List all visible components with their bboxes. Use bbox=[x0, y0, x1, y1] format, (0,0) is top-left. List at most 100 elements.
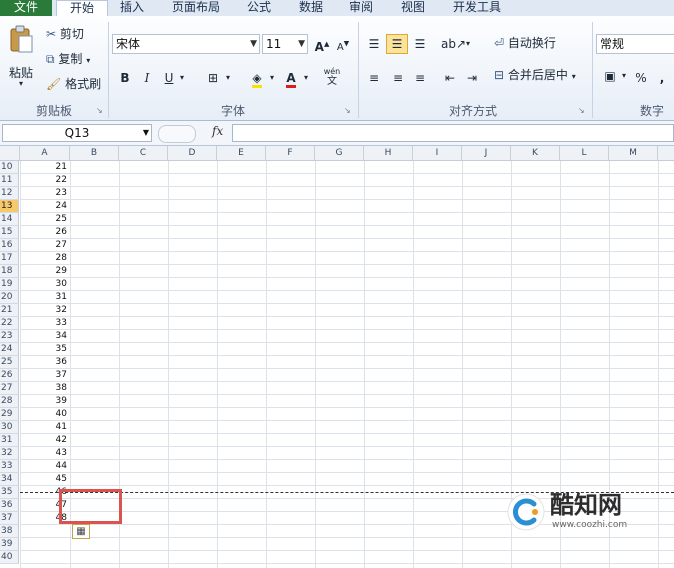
cell-a[interactable]: 40 bbox=[20, 408, 69, 421]
clipboard-launcher-icon[interactable]: ↘ bbox=[96, 107, 104, 115]
column-header-a[interactable]: A bbox=[20, 146, 70, 160]
font-color-button[interactable]: A bbox=[280, 68, 302, 88]
row-header[interactable]: 12 bbox=[0, 187, 19, 200]
row-header[interactable]: 15 bbox=[0, 226, 19, 239]
row-header[interactable]: 24 bbox=[0, 343, 19, 356]
italic-button[interactable]: I bbox=[138, 68, 156, 88]
tab-formulas[interactable]: 公式 bbox=[236, 0, 282, 16]
percent-button[interactable]: % bbox=[632, 68, 650, 88]
copy-button[interactable]: ⧉ 复制 ▾ bbox=[46, 50, 90, 70]
cell-a[interactable]: 38 bbox=[20, 382, 69, 395]
cell-a[interactable]: 24 bbox=[20, 200, 69, 213]
formula-input[interactable] bbox=[232, 124, 674, 142]
cell-a[interactable]: 42 bbox=[20, 434, 69, 447]
row-header[interactable]: 30 bbox=[0, 421, 19, 434]
row-header[interactable]: 25 bbox=[0, 356, 19, 369]
select-all-corner[interactable] bbox=[0, 146, 20, 160]
cell-a[interactable]: 34 bbox=[20, 330, 69, 343]
column-header-k[interactable]: K bbox=[511, 146, 560, 160]
column-header-d[interactable]: D bbox=[168, 146, 217, 160]
column-header-b[interactable]: B bbox=[70, 146, 119, 160]
fill-color-button[interactable]: ◈ bbox=[246, 68, 268, 88]
insert-function-button[interactable]: fx bbox=[212, 124, 223, 138]
cell-a[interactable]: 45 bbox=[20, 473, 69, 486]
tab-insert[interactable]: 插入 bbox=[110, 0, 154, 16]
cell-a[interactable]: 30 bbox=[20, 278, 69, 291]
bold-button[interactable]: B bbox=[116, 68, 134, 88]
row-header[interactable]: 27 bbox=[0, 382, 19, 395]
row-header[interactable]: 26 bbox=[0, 369, 19, 382]
row-header[interactable]: 32 bbox=[0, 447, 19, 460]
row-header[interactable]: 34 bbox=[0, 473, 19, 486]
row-header[interactable]: 40 bbox=[0, 551, 19, 564]
column-header-j[interactable]: J bbox=[462, 146, 511, 160]
cell-a[interactable]: 22 bbox=[20, 174, 69, 187]
row-header[interactable]: 21 bbox=[0, 304, 19, 317]
orientation-button[interactable]: ab↗ bbox=[440, 34, 466, 54]
row-header[interactable]: 19 bbox=[0, 278, 19, 291]
column-header-c[interactable]: C bbox=[119, 146, 168, 160]
underline-dropdown-icon[interactable]: ▾ bbox=[180, 69, 184, 87]
phonetic-button[interactable]: wén 文 bbox=[320, 66, 344, 87]
formula-bar-resizer[interactable] bbox=[158, 125, 196, 143]
cell-a[interactable]: 43 bbox=[20, 447, 69, 460]
wrap-text-button[interactable]: ⏎ 自动换行 bbox=[494, 34, 556, 52]
row-header[interactable]: 35 bbox=[0, 486, 19, 499]
paste-button[interactable]: 粘贴 ▾ bbox=[4, 22, 38, 88]
chevron-down-icon[interactable]: ▼ bbox=[143, 125, 149, 141]
column-header-m[interactable]: M bbox=[609, 146, 658, 160]
cell-a[interactable]: 44 bbox=[20, 460, 69, 473]
cell-a[interactable] bbox=[20, 551, 69, 564]
row-header[interactable]: 10 bbox=[0, 161, 19, 174]
column-header-f[interactable]: F bbox=[266, 146, 315, 160]
row-header[interactable]: 17 bbox=[0, 252, 19, 265]
cell-a[interactable]: 25 bbox=[20, 213, 69, 226]
column-header-i[interactable]: I bbox=[413, 146, 462, 160]
column-header-l[interactable]: L bbox=[560, 146, 609, 160]
cell-a[interactable]: 39 bbox=[20, 395, 69, 408]
row-header[interactable]: 36 bbox=[0, 499, 19, 512]
cell-a[interactable] bbox=[20, 538, 69, 551]
font-launcher-icon[interactable]: ↘ bbox=[344, 107, 352, 115]
row-header[interactable]: 31 bbox=[0, 434, 19, 447]
cell-a[interactable] bbox=[20, 525, 69, 538]
cell-a[interactable]: 28 bbox=[20, 252, 69, 265]
align-middle-button[interactable]: ☰ bbox=[386, 34, 408, 54]
row-header[interactable]: 20 bbox=[0, 291, 19, 304]
fill-dropdown-icon[interactable]: ▾ bbox=[270, 69, 274, 87]
underline-button[interactable]: U bbox=[160, 68, 178, 88]
alignment-launcher-icon[interactable]: ↘ bbox=[578, 107, 586, 115]
align-right-button[interactable]: ≡ bbox=[410, 68, 430, 88]
align-left-button[interactable]: ≡ bbox=[364, 68, 384, 88]
align-center-button[interactable]: ≡ bbox=[388, 68, 408, 88]
tab-review[interactable]: 审阅 bbox=[338, 0, 384, 16]
row-header[interactable]: 33 bbox=[0, 460, 19, 473]
tab-developer[interactable]: 开发工具 bbox=[442, 0, 512, 16]
cell-a[interactable]: 26 bbox=[20, 226, 69, 239]
row-header[interactable]: 13 bbox=[0, 200, 19, 213]
grow-font-button[interactable]: A▲ bbox=[312, 34, 332, 54]
row-header[interactable]: 29 bbox=[0, 408, 19, 421]
cell-a[interactable]: 32 bbox=[20, 304, 69, 317]
cell-a[interactable]: 23 bbox=[20, 187, 69, 200]
format-painter-button[interactable]: 🖌 格式刷 bbox=[46, 75, 101, 93]
orientation-dropdown-icon[interactable]: ▾ bbox=[466, 35, 470, 53]
row-header[interactable]: 22 bbox=[0, 317, 19, 330]
row-header[interactable]: 38 bbox=[0, 525, 19, 538]
accounting-format-button[interactable]: ▣ bbox=[598, 66, 622, 86]
align-bottom-button[interactable]: ☰ bbox=[410, 34, 430, 54]
increase-indent-button[interactable]: ⇥ bbox=[462, 68, 482, 88]
row-header[interactable]: 37 bbox=[0, 512, 19, 525]
row-header[interactable]: 39 bbox=[0, 538, 19, 551]
align-top-button[interactable]: ☰ bbox=[364, 34, 384, 54]
number-format-combo[interactable]: 常规 bbox=[596, 34, 674, 54]
auto-fill-options-button[interactable]: ▦ bbox=[72, 524, 90, 539]
borders-dropdown-icon[interactable]: ▾ bbox=[226, 69, 230, 87]
decrease-indent-button[interactable]: ⇤ bbox=[440, 68, 460, 88]
borders-button[interactable]: ⊞ bbox=[202, 68, 224, 88]
cell-a[interactable]: 27 bbox=[20, 239, 69, 252]
cell-a[interactable]: 41 bbox=[20, 421, 69, 434]
column-header-h[interactable]: H bbox=[364, 146, 413, 160]
font-size-combo[interactable]: 11 ▼ bbox=[262, 34, 308, 54]
name-box[interactable]: Q13 ▼ bbox=[2, 124, 152, 142]
